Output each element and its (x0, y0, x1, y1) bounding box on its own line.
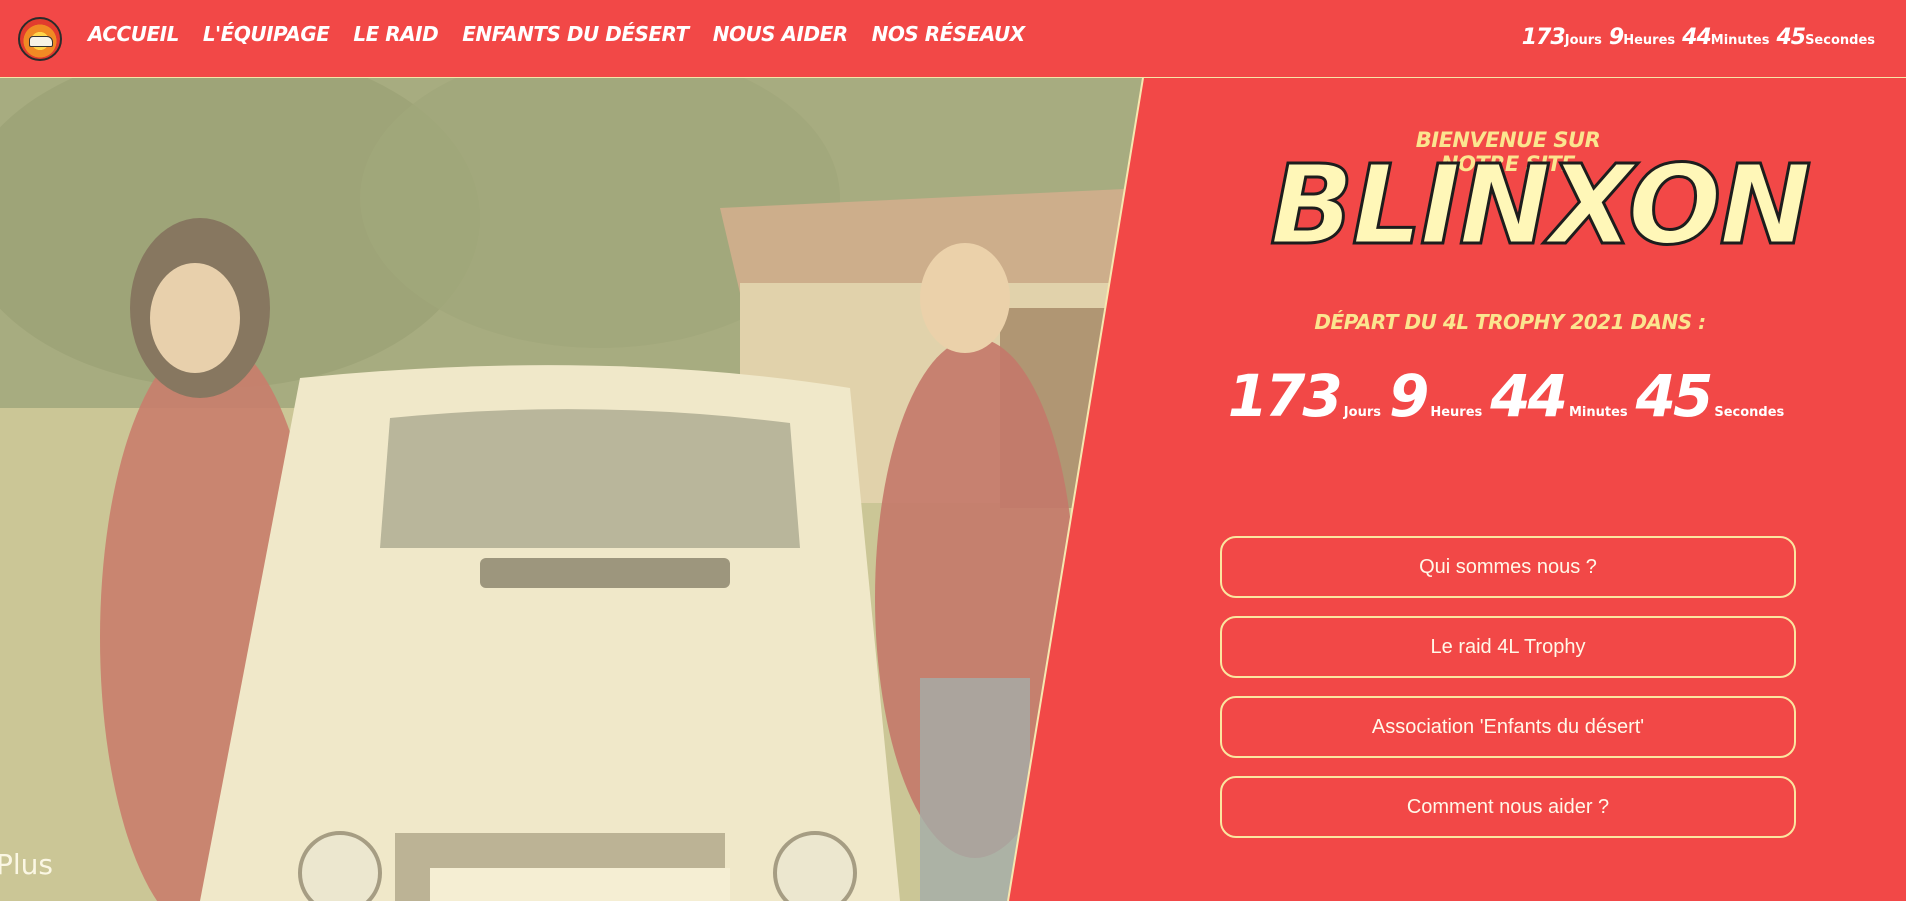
countdown-seconds: 45 (1776, 25, 1806, 50)
countdown-minutes: 44 (1682, 25, 1712, 50)
team-photo-illustration (0, 78, 1143, 901)
nav-le-raid[interactable]: LE RAID (353, 22, 438, 46)
hero-countdown-days-label: Jours (1343, 405, 1381, 420)
hero-countdown: 173 Jours 9 Heures 44 Minutes 45 Secondes (1228, 362, 1785, 430)
hero-countdown-minutes-label: Minutes (1568, 405, 1628, 420)
photo-plus-label: Plus (0, 848, 53, 881)
team-name: BLINXON (1269, 141, 1813, 269)
hero-countdown-days: 173 (1227, 362, 1343, 430)
hero-countdown-hours-label: Heures (1430, 405, 1483, 420)
header-countdown: 173 Jours 9 Heures 44 Minutes 45 Secondes (1522, 25, 1882, 50)
nav-nos-reseaux[interactable]: NOS RÉSEAUX (872, 22, 1025, 46)
enfants-du-desert-button[interactable]: Association 'Enfants du désert' (1220, 696, 1796, 758)
raid-4l-trophy-button[interactable]: Le raid 4L Trophy (1220, 616, 1796, 678)
nav-equipage[interactable]: L'ÉQUIPAGE (203, 22, 330, 46)
hero-countdown-hours: 9 (1388, 362, 1429, 430)
departure-label: DÉPART DU 4L TROPHY 2021 DANS : (1314, 310, 1706, 334)
car-icon (29, 36, 53, 47)
hero-countdown-seconds-label: Secondes (1714, 405, 1785, 420)
main-nav: ACCUEIL L'ÉQUIPAGE LE RAID ENFANTS DU DÉ… (88, 22, 1025, 46)
countdown-seconds-label: Secondes (1805, 33, 1875, 48)
how-to-help-button[interactable]: Comment nous aider ? (1220, 776, 1796, 838)
nav-accueil[interactable]: ACCUEIL (88, 22, 179, 46)
nav-enfants-du-desert[interactable]: ENFANTS DU DÉSERT (462, 22, 689, 46)
countdown-days: 173 (1521, 25, 1566, 50)
top-navigation-bar: ACCUEIL L'ÉQUIPAGE LE RAID ENFANTS DU DÉ… (0, 0, 1906, 78)
who-are-we-button[interactable]: Qui sommes nous ? (1220, 536, 1796, 598)
hero-countdown-minutes: 44 (1490, 362, 1568, 430)
hero-countdown-seconds: 45 (1635, 362, 1714, 430)
countdown-minutes-label: Minutes (1710, 33, 1770, 48)
team-logo[interactable] (18, 17, 62, 61)
countdown-hours: 9 (1608, 25, 1624, 50)
countdown-hours-label: Heures (1623, 33, 1676, 48)
nav-nous-aider[interactable]: NOUS AIDER (713, 22, 848, 46)
countdown-days-label: Jours (1564, 33, 1602, 48)
